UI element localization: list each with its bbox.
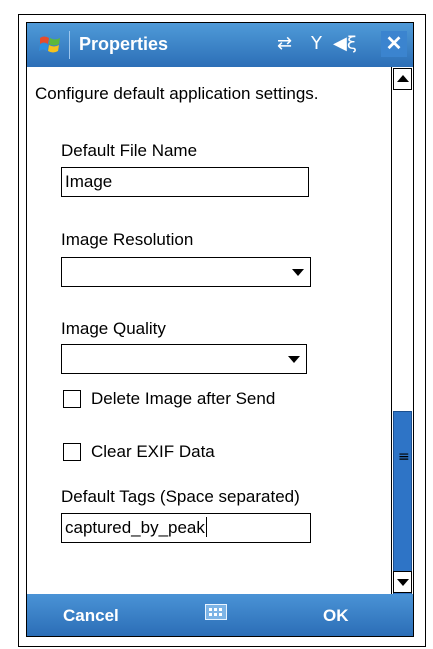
image-resolution-label: Image Resolution [61, 230, 194, 249]
vertical-scrollbar[interactable]: ≡ [391, 67, 413, 601]
connectivity-icon[interactable]: ⇄ [277, 33, 292, 54]
text-caret [205, 517, 207, 537]
image-resolution-dropdown[interactable] [61, 257, 311, 287]
chevron-down-icon [292, 269, 304, 276]
default-tags-value: captured_by_peak [65, 518, 205, 537]
default-tags-label: Default Tags (Space separated) [61, 487, 300, 506]
clear-exif-label[interactable]: Clear EXIF Data [91, 442, 215, 462]
scroll-up-button[interactable] [393, 68, 412, 90]
menu-bar: Cancel OK [27, 594, 413, 636]
volume-icon[interactable]: ◀ξ [333, 33, 357, 54]
ok-softkey[interactable]: OK [323, 606, 349, 626]
delete-image-label[interactable]: Delete Image after Send [91, 389, 275, 409]
form-content: Configure default application settings. … [27, 67, 391, 594]
chevron-down-icon [288, 356, 300, 363]
title-bar: Properties ⇄ Y ◀ξ ✕ [27, 23, 413, 67]
device-screen: Properties ⇄ Y ◀ξ ✕ Configure default ap… [26, 22, 414, 637]
cancel-softkey[interactable]: Cancel [63, 606, 119, 626]
default-file-name-input[interactable]: Image [61, 167, 309, 197]
default-tags-input[interactable]: captured_by_peak [61, 513, 311, 543]
close-button[interactable]: ✕ [381, 31, 407, 57]
windows-flag-icon[interactable] [39, 34, 61, 56]
clear-exif-checkbox[interactable] [63, 443, 81, 461]
image-quality-label: Image Quality [61, 319, 166, 338]
description-text: Configure default application settings. [35, 84, 319, 103]
default-file-name-label: Default File Name [61, 141, 198, 160]
signal-icon[interactable]: Y [311, 33, 322, 54]
scroll-up-arrow-icon [397, 75, 409, 82]
scroll-grip-icon: ≡ [398, 449, 410, 465]
keyboard-icon[interactable] [205, 604, 227, 620]
scroll-track[interactable]: ≡ [392, 91, 413, 601]
scroll-down-arrow-icon [397, 579, 409, 586]
title-separator [69, 31, 70, 59]
scroll-down-button[interactable] [393, 571, 412, 593]
delete-image-checkbox[interactable] [63, 390, 81, 408]
window-title: Properties [79, 34, 169, 54]
image-quality-dropdown[interactable] [61, 344, 307, 374]
